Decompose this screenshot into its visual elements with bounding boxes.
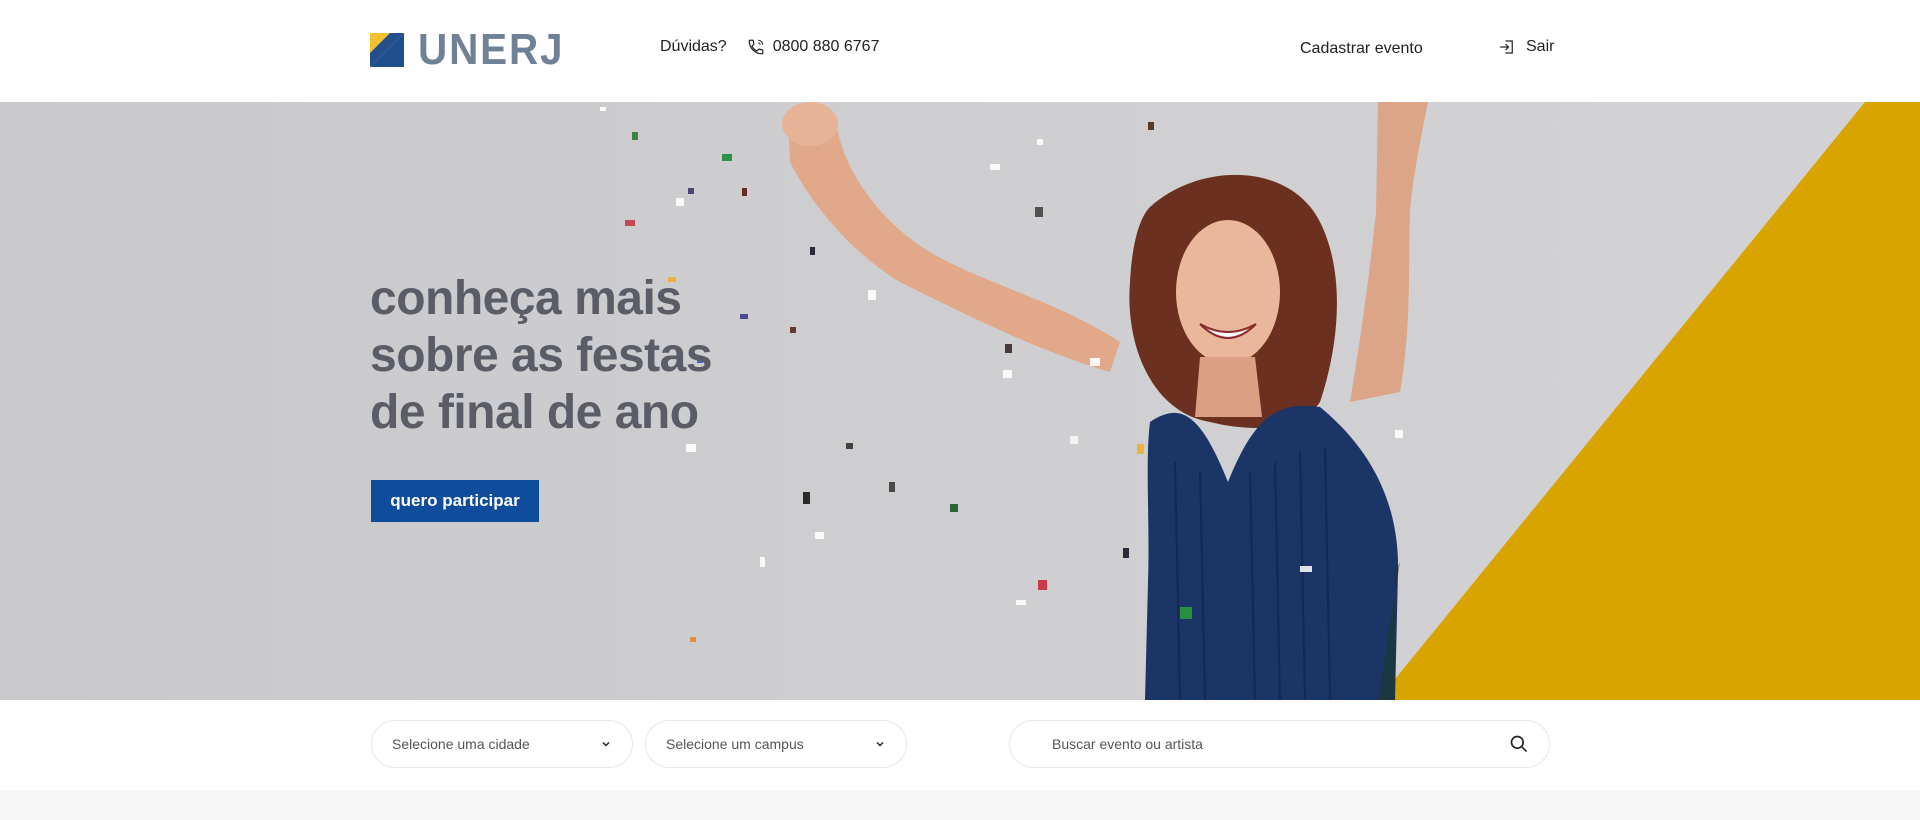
chevron-down-icon	[602, 741, 610, 747]
filter-bar: Selecione uma cidade Selecione um campus	[0, 700, 1920, 790]
accent-triangle	[1378, 102, 1920, 700]
brand-logo[interactable]: UNERJ	[370, 25, 577, 74]
campus-select[interactable]: Selecione um campus	[645, 720, 907, 768]
hero-title-line-3: de final de ano	[370, 386, 699, 439]
logout-icon	[1500, 40, 1513, 54]
hero-title-line-2: sobre as festas	[370, 329, 713, 382]
hero-title: conheça mais sobre as festas de final de…	[370, 270, 730, 441]
help-label: Dúvidas?	[660, 38, 727, 55]
participate-button[interactable]: quero participar	[371, 480, 539, 522]
logout-label: Sair	[1526, 38, 1555, 55]
page-content-start	[0, 790, 1920, 820]
woman-figure	[782, 102, 1428, 700]
phone-icon	[748, 39, 764, 55]
help-contact: Dúvidas? 0800 880 6767	[660, 38, 879, 56]
site-header: UNERJ Dúvidas? 0800 880 6767 Cadastrar e…	[0, 0, 1920, 102]
search-box	[1009, 720, 1550, 768]
city-select-value: Selecione uma cidade	[392, 736, 530, 752]
hero-banner: conheça mais sobre as festas de final de…	[0, 102, 1920, 700]
search-icon[interactable]	[1509, 734, 1529, 754]
logout-link[interactable]: Sair	[1498, 38, 1554, 56]
city-select[interactable]: Selecione uma cidade	[371, 720, 633, 768]
campus-select-value: Selecione um campus	[666, 736, 804, 752]
hero-illustration	[600, 102, 1920, 700]
hero-title-line-1: conheça mais	[370, 272, 682, 325]
chevron-down-icon	[876, 741, 884, 747]
search-input[interactable]	[1050, 735, 1509, 753]
register-event-link[interactable]: Cadastrar evento	[1300, 40, 1423, 58]
phone-number[interactable]: 0800 880 6767	[773, 38, 880, 56]
logo-mark-icon	[370, 33, 404, 67]
logo-text: UNERJ	[418, 25, 565, 74]
